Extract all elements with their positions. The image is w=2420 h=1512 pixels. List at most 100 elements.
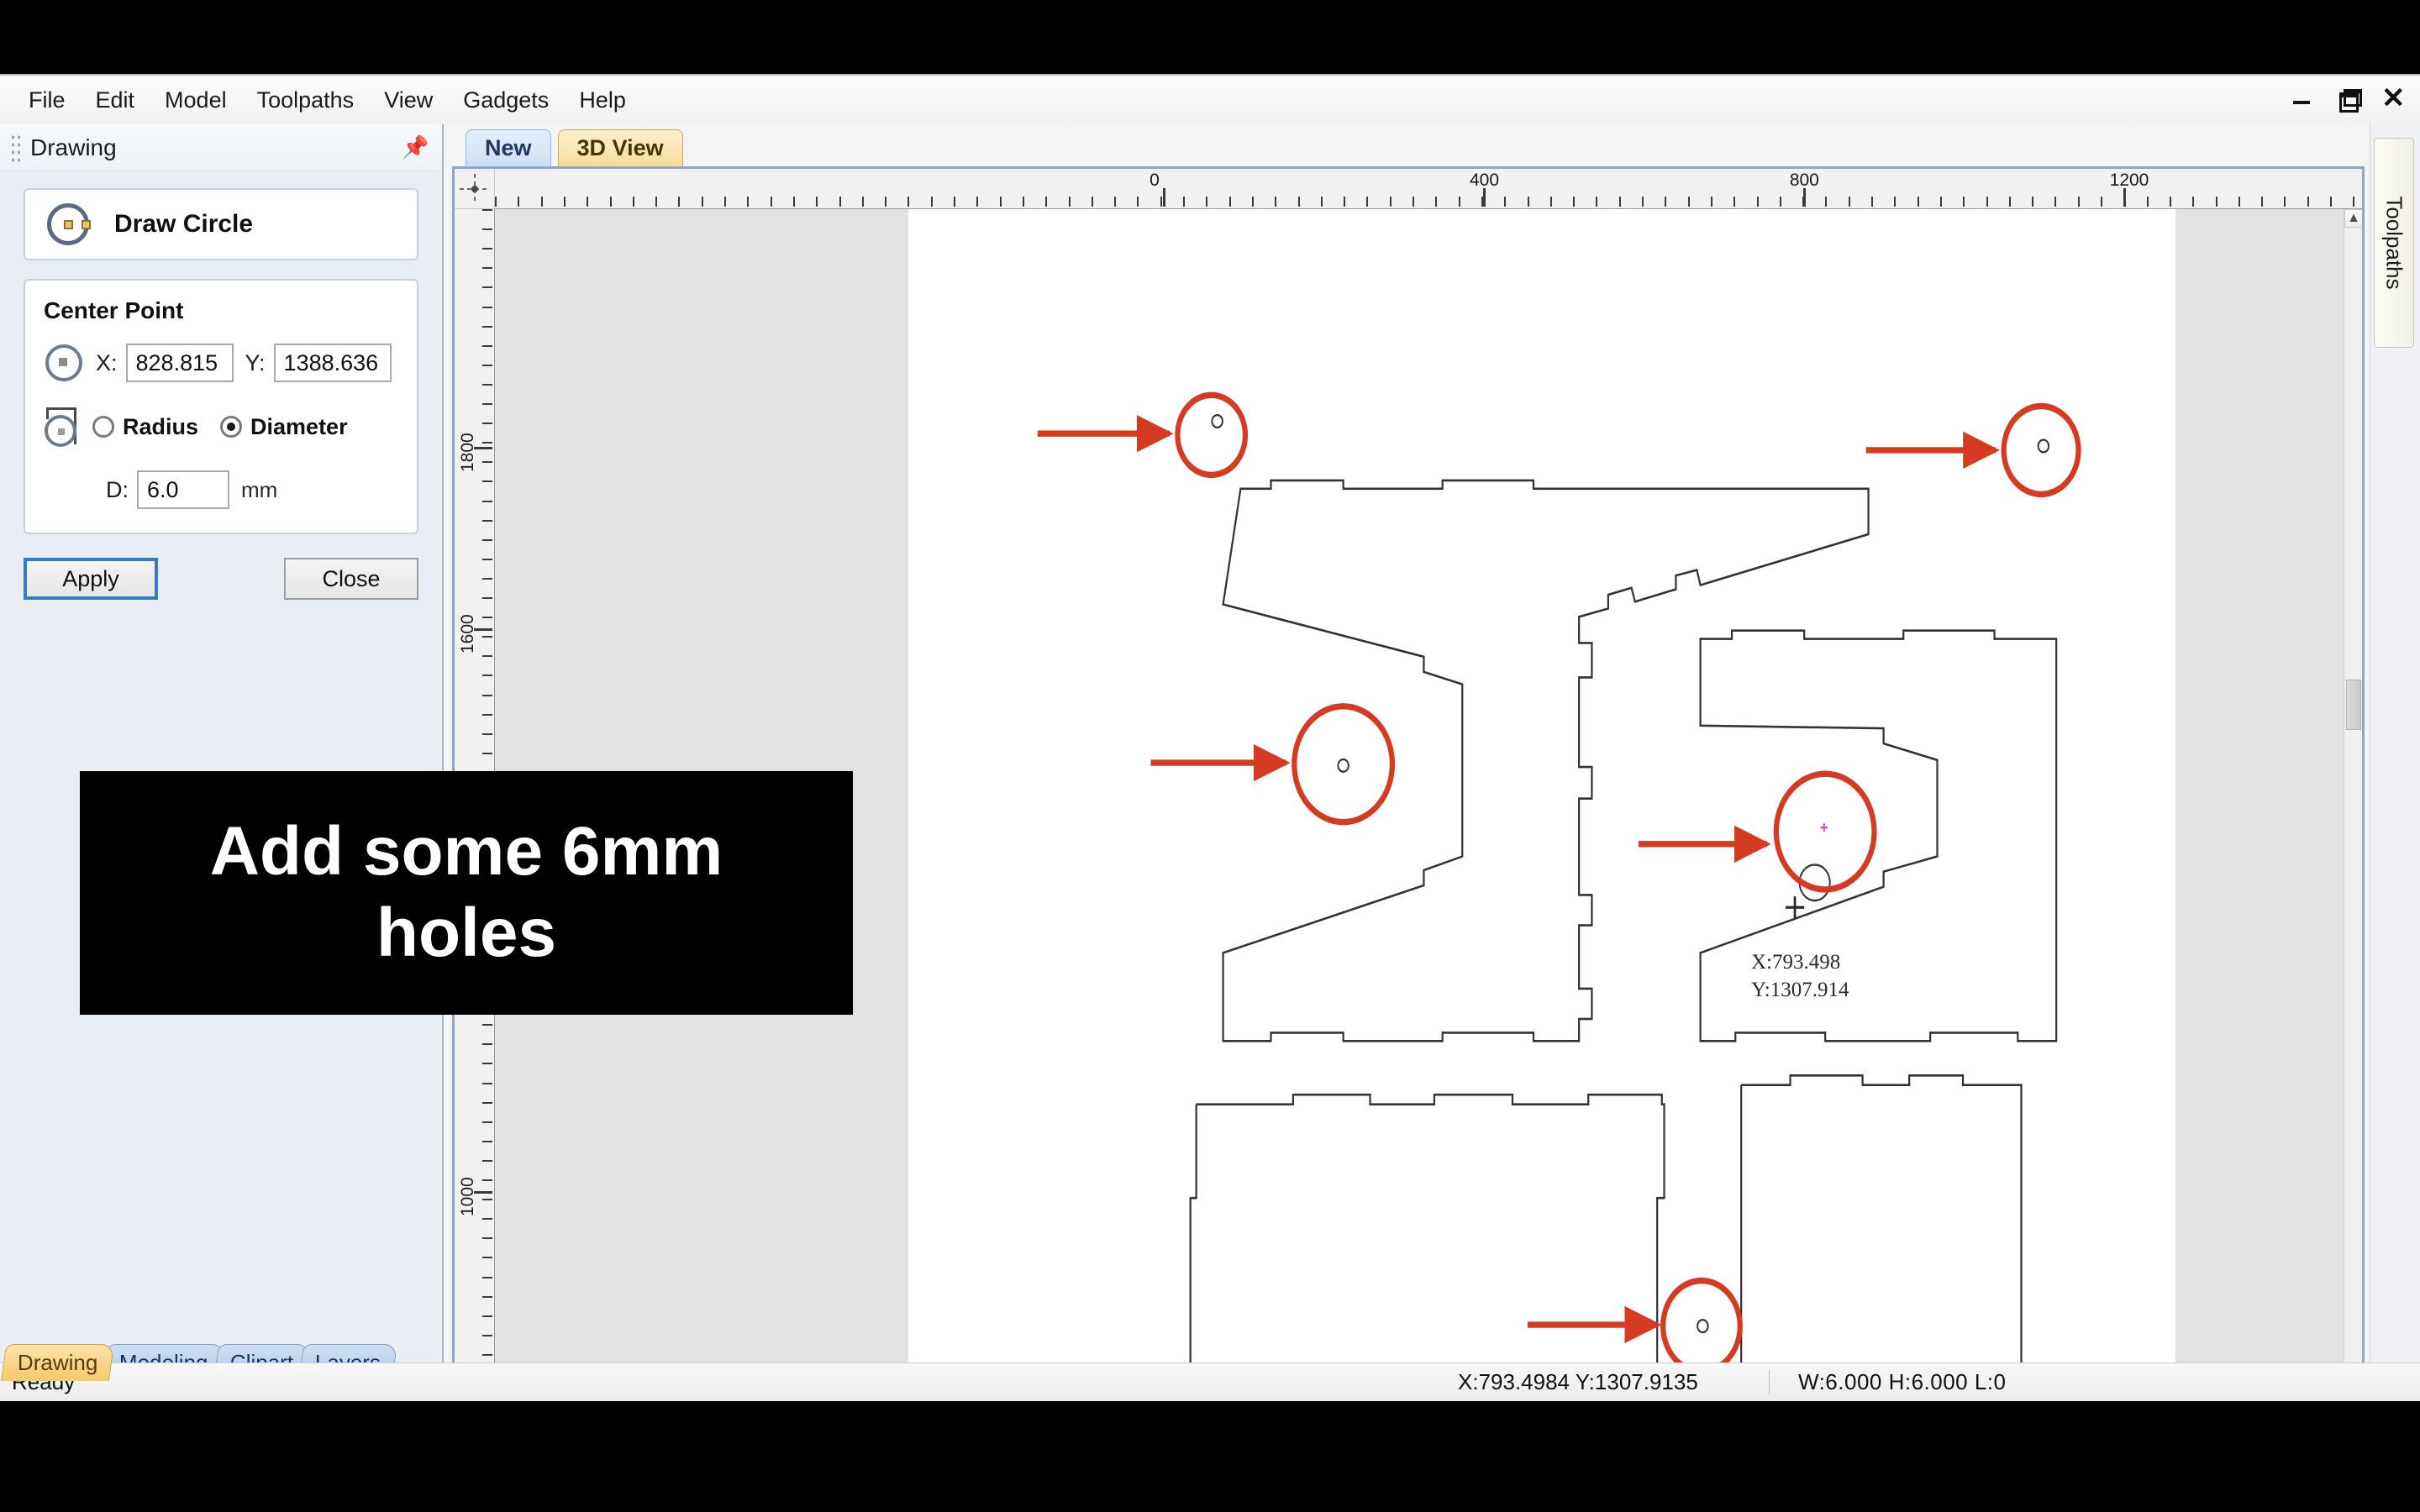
apply-button[interactable]: Apply bbox=[24, 558, 158, 600]
ruler-tick bbox=[482, 403, 492, 405]
ruler-tick bbox=[2353, 197, 2355, 207]
ruler-tick bbox=[495, 197, 497, 207]
close-icon[interactable]: ✕ bbox=[2381, 84, 2406, 113]
ruler-tick bbox=[1297, 197, 1300, 207]
restore-icon[interactable] bbox=[2336, 87, 2362, 113]
diameter-radio[interactable]: Diameter bbox=[220, 414, 348, 440]
ruler-tick bbox=[482, 752, 492, 754]
ruler-label: 1200 bbox=[2109, 171, 2149, 190]
diameter-input[interactable]: 6.0 bbox=[137, 470, 229, 509]
minimize-icon[interactable] bbox=[2291, 87, 2314, 111]
tab-toolpaths[interactable]: Toolpaths bbox=[2374, 138, 2414, 348]
ruler-tick bbox=[482, 1101, 492, 1104]
caption-overlay: Add some 6mm holes bbox=[80, 771, 853, 1015]
ruler-tick bbox=[1458, 197, 1460, 207]
drag-grip-icon[interactable] bbox=[10, 133, 22, 162]
cursor-coordinate-tooltip: X:793.498 Y:1307.914 bbox=[1751, 948, 1849, 1004]
radius-radio[interactable]: Radius bbox=[92, 414, 198, 440]
ruler-tick bbox=[482, 1024, 492, 1026]
ruler-tick bbox=[1756, 197, 1759, 207]
ruler-tick bbox=[482, 1257, 492, 1259]
x-input[interactable]: 828.815 bbox=[125, 344, 234, 382]
ruler-tick bbox=[482, 248, 492, 250]
ruler-tick bbox=[482, 228, 492, 231]
ruler-tick bbox=[482, 364, 492, 366]
tab-drawing[interactable]: Drawing bbox=[0, 1344, 115, 1381]
ruler-tick bbox=[1825, 197, 1828, 207]
ruler-tick bbox=[482, 1276, 492, 1278]
ruler-tick bbox=[482, 461, 492, 464]
ruler-major-tick bbox=[2123, 188, 2126, 207]
menu-view[interactable]: View bbox=[369, 86, 448, 115]
ruler-tick bbox=[792, 197, 795, 207]
document-tab-strip: New 3D View bbox=[444, 124, 2370, 166]
ruler-tick bbox=[976, 197, 979, 207]
tab-3d-view[interactable]: 3D View bbox=[557, 129, 683, 166]
diameter-value-row: D: 6.0 mm bbox=[106, 470, 398, 509]
ruler-tick bbox=[1871, 197, 1873, 207]
tab-new[interactable]: New bbox=[466, 129, 551, 166]
ruler-tick bbox=[1504, 197, 1507, 207]
ruler-tick bbox=[482, 480, 492, 483]
ruler-tick bbox=[2054, 197, 2057, 207]
ruler-tick bbox=[655, 197, 658, 207]
menu-model[interactable]: Model bbox=[150, 86, 242, 115]
ruler-tick bbox=[2032, 197, 2034, 207]
ruler-tick bbox=[2330, 197, 2332, 207]
menu-toolpaths[interactable]: Toolpaths bbox=[242, 86, 370, 115]
ruler-tick bbox=[1642, 197, 1644, 207]
ruler-origin-icon[interactable] bbox=[455, 169, 495, 209]
ruler-tick bbox=[482, 1353, 492, 1356]
ruler-tick bbox=[1091, 197, 1093, 207]
ruler-tick bbox=[482, 209, 492, 211]
vertical-scroll-thumb[interactable] bbox=[2346, 680, 2361, 730]
dock-button-row: Apply Close bbox=[24, 558, 418, 600]
annot-circle-top-right bbox=[2001, 402, 2081, 498]
ruler-tick bbox=[2261, 197, 2264, 207]
document-area: New 3D View 04008001200 1800160014001000… bbox=[444, 124, 2370, 1403]
ruler-tick bbox=[482, 732, 492, 735]
ruler-tick bbox=[908, 197, 910, 207]
ruler-tick bbox=[1435, 197, 1438, 207]
ruler-tick bbox=[482, 655, 492, 658]
ruler-tick bbox=[1413, 197, 1414, 207]
application-window: File Edit Model Toolpaths View Gadgets H… bbox=[0, 74, 2420, 1403]
scroll-up-icon[interactable]: ▲ bbox=[2344, 209, 2362, 228]
ruler-tick bbox=[724, 197, 726, 207]
horizontal-ruler[interactable]: 0 400 800 1200 bbox=[495, 169, 2362, 209]
status-separator bbox=[1769, 1370, 1770, 1395]
ruler-tick bbox=[1527, 197, 1529, 207]
menu-gadgets[interactable]: Gadgets bbox=[448, 86, 564, 115]
close-button[interactable]: Close bbox=[284, 558, 418, 600]
drawing-dock-panel: Drawing 📌 Draw Circle Center Point X: 82… bbox=[0, 124, 444, 1403]
annot-circle-top-left bbox=[1175, 391, 1249, 479]
ruler-tick bbox=[2215, 197, 2217, 207]
ruler-tick bbox=[1549, 197, 1552, 207]
ruler-tick bbox=[1389, 197, 1392, 207]
ruler-tick bbox=[2169, 197, 2171, 207]
annot-circle-bottom bbox=[1660, 1277, 1743, 1375]
menu-edit[interactable]: Edit bbox=[81, 86, 150, 115]
ruler-tick bbox=[930, 197, 933, 207]
ruler-tick bbox=[1114, 197, 1117, 207]
ruler-tick bbox=[482, 1295, 492, 1298]
draw-circle-icon bbox=[44, 200, 92, 249]
ruler-tick bbox=[482, 577, 492, 580]
menu-help[interactable]: Help bbox=[564, 86, 641, 115]
ruler-tick bbox=[482, 1334, 492, 1336]
y-input[interactable]: 1388.636 bbox=[273, 344, 392, 382]
menu-file[interactable]: File bbox=[13, 86, 81, 115]
center-point-row: X: 828.815 Y: 1388.636 bbox=[44, 343, 398, 383]
ruler-tick bbox=[482, 286, 492, 289]
ruler-tick bbox=[1779, 197, 1781, 207]
radius-radio-dot[interactable] bbox=[92, 416, 114, 438]
ruler-tick bbox=[701, 197, 703, 207]
ruler-label: 1600 bbox=[458, 614, 477, 654]
status-dimensions: W:6.000 H:6.000 L:0 bbox=[1798, 1369, 2007, 1394]
ruler-tick bbox=[482, 325, 492, 328]
ruler-tick bbox=[1710, 197, 1712, 207]
pin-icon[interactable]: 📌 bbox=[402, 134, 429, 160]
canvas-vertical-scrollbar[interactable]: ▲ ▼ bbox=[2344, 209, 2362, 1394]
diameter-radio-dot[interactable] bbox=[220, 416, 243, 438]
ruler-tick bbox=[482, 1121, 492, 1123]
